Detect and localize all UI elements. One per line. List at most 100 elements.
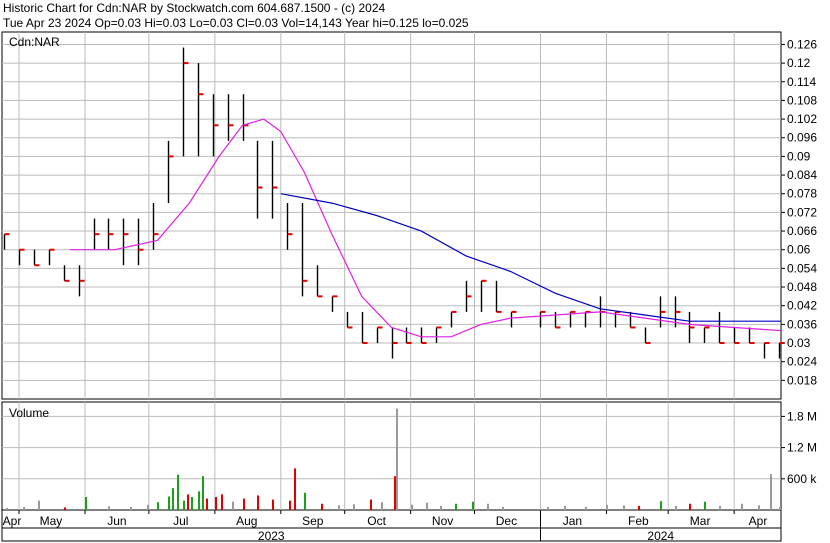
volume-bar <box>381 502 383 510</box>
price-tick-label: 0.024 <box>787 355 817 369</box>
volume-bar <box>758 505 760 510</box>
volume-bar <box>23 506 25 510</box>
price-tick-label: 0.018 <box>787 373 817 387</box>
price-tick-label: 0.042 <box>787 299 817 313</box>
volume-bar <box>719 505 721 510</box>
price-panel-frame <box>1 31 782 400</box>
volume-bar <box>455 503 457 510</box>
year-label: 2024 <box>647 529 674 543</box>
price-tick-label: 0.036 <box>787 317 817 331</box>
volume-bar <box>304 492 306 510</box>
month-label: Aug <box>236 514 257 528</box>
price-tick-label: 0.126 <box>787 37 817 51</box>
volume-bar <box>257 495 259 510</box>
price-tick-label: 0.066 <box>787 224 817 238</box>
volume-bar <box>147 504 149 510</box>
price-tick-label: 0.102 <box>787 112 817 126</box>
volume-bar <box>294 468 296 510</box>
volume-bar <box>272 499 274 510</box>
volume-bar <box>221 494 223 510</box>
month-label: Nov <box>432 514 453 528</box>
volume-label: Volume <box>9 406 49 420</box>
volume-bar <box>108 506 110 510</box>
volume-bar <box>64 507 66 510</box>
volume-bar <box>177 474 179 510</box>
volume-tick-label: 1.8 M <box>787 409 817 423</box>
volume-bar <box>623 505 625 510</box>
volume-tick-label: 1.2 M <box>787 441 817 455</box>
volume-bar <box>472 501 474 510</box>
stock-chart-page: Historic Chart for Cdn:NAR by Stockwatch… <box>0 0 830 543</box>
volume-panel-frame <box>1 401 782 511</box>
volume-bar <box>585 506 587 510</box>
volume-bar <box>232 501 234 510</box>
volume-bar <box>638 505 640 510</box>
volume-bar <box>206 498 208 510</box>
month-label: Apr <box>3 514 22 528</box>
price-tick-label: 0.108 <box>787 93 817 107</box>
volume-bar <box>183 500 185 510</box>
volume-bar <box>85 497 87 510</box>
price-tick-label: 0.048 <box>787 280 817 294</box>
volume-bar <box>396 408 398 510</box>
volume-bar <box>202 476 204 510</box>
volume-bar <box>338 505 340 510</box>
month-label: Mar <box>690 514 711 528</box>
volume-bar <box>394 476 396 510</box>
volume-bar <box>130 506 132 510</box>
volume-bar <box>370 499 372 510</box>
volume-bar <box>353 504 355 510</box>
volume-bar <box>770 474 772 510</box>
volume-bar <box>426 502 428 510</box>
price-tick-label: 0.096 <box>787 131 817 145</box>
volume-bar <box>321 503 323 510</box>
price-tick-label: 0.072 <box>787 205 817 219</box>
volume-bar <box>187 494 189 510</box>
price-tick-label: 0.078 <box>787 187 817 201</box>
year-label: 2023 <box>258 529 285 543</box>
volume-bar <box>168 496 170 510</box>
volume-bar <box>502 506 504 510</box>
month-label: Oct <box>367 514 386 528</box>
volume-bar <box>689 503 691 510</box>
volume-bar <box>675 505 677 510</box>
month-label: Dec <box>496 514 517 528</box>
volume-bar <box>289 500 291 510</box>
price-tick-label: 0.09 <box>787 149 811 163</box>
volume-bar <box>215 497 217 510</box>
month-label: May <box>40 514 63 528</box>
volume-bar <box>779 506 781 510</box>
volume-bar <box>191 497 193 510</box>
month-label: Jul <box>173 514 188 528</box>
price-tick-label: 0.12 <box>787 56 811 70</box>
symbol-label: Cdn:NAR <box>9 35 60 49</box>
price-tick-label: 0.054 <box>787 261 817 275</box>
volume-bar <box>660 501 662 510</box>
volume-bar <box>741 503 743 510</box>
volume-bar <box>38 500 40 510</box>
volume-bar <box>487 503 489 510</box>
volume-bar <box>704 501 706 510</box>
volume-bar <box>564 505 566 510</box>
volume-bar <box>198 491 200 510</box>
volume-bar <box>547 506 549 510</box>
month-label: Jun <box>107 514 126 528</box>
volume-bar <box>172 488 174 510</box>
price-tick-label: 0.114 <box>787 75 816 89</box>
month-label: Sep <box>302 514 324 528</box>
chart-canvas: Apr May Jun Jul Aug Sep Oct Nov Dec Jan Feb Mar Apr 2… <box>1 31 817 543</box>
volume-bar <box>411 504 413 510</box>
price-tick-label: 0.06 <box>787 243 811 257</box>
volume-bar <box>243 498 245 510</box>
month-label: Jan <box>563 514 582 528</box>
volume-bar <box>157 502 159 510</box>
volume-bar <box>606 504 608 510</box>
month-label: Apr <box>749 514 768 528</box>
price-tick-label: 0.03 <box>787 336 811 350</box>
volume-bar <box>6 507 8 510</box>
volume-bar <box>440 505 442 510</box>
month-label: Feb <box>628 514 649 528</box>
price-tick-label: 0.084 <box>787 168 817 182</box>
volume-tick-label: 600 k <box>787 472 817 486</box>
moving-average-short-line <box>70 118 782 338</box>
